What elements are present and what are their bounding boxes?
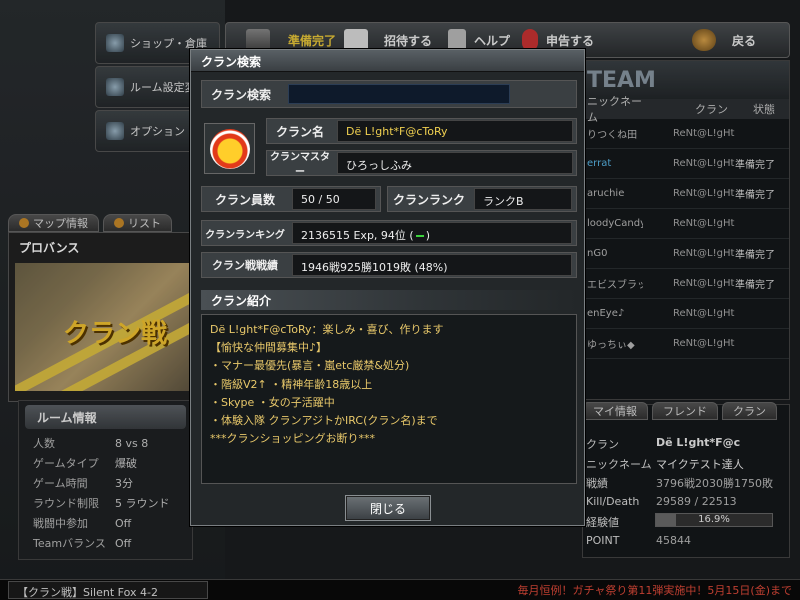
clan-emblem — [204, 123, 255, 174]
clan-master-label: クランマスター — [270, 152, 330, 178]
intro-line: ・階級V2↑ ・精神年齢18歳以上 — [210, 377, 373, 391]
clan-record-label: クラン戦戦績 — [212, 259, 278, 272]
clan-search-dialog: クラン検索 クラン検索 クラン名 Dё L!ght*F@cToRy クランマスタ… — [190, 49, 585, 526]
clan-ranking-field: クランランキング 2136515 Exp, 94位 () — [201, 220, 577, 246]
rank-change-icon — [415, 235, 424, 237]
intro-line: ・体験入隊 クランアジトかIRC(クラン名)まで — [210, 413, 438, 427]
clan-members-value: 50 / 50 — [292, 188, 376, 210]
clan-ranking-close: ) — [425, 229, 431, 242]
clan-intro-title: クラン紹介 — [201, 290, 577, 310]
clan-record-value: 1946戦925勝1019敗 (48%) — [292, 254, 572, 276]
clan-search-input[interactable] — [288, 84, 510, 104]
clan-name-field: クラン名 Dё L!ght*F@cToRy — [266, 118, 577, 144]
clan-intro-box: Dё L!ght*F@cToRy：楽しみ・喜び、作ります 【愉快な仲間募集中♪】… — [201, 314, 577, 484]
close-button[interactable]: 閉じる — [345, 495, 431, 521]
clan-ranking-value: 2136515 Exp, 94位 () — [292, 222, 572, 244]
clan-name-label: クラン名 — [275, 124, 324, 139]
intro-line: ・Skype ・女の子活躍中 — [210, 395, 335, 409]
clan-record-field: クラン戦戦績 1946戦925勝1019敗 (48%) — [201, 252, 577, 278]
clan-master-field: クランマスター ひろっしふみ — [266, 150, 577, 178]
clan-rank-label: クランランク — [392, 192, 465, 207]
clan-rank-field: クランランク ランクB — [387, 186, 577, 212]
intro-line: 【愉快な仲間募集中♪】 — [210, 341, 328, 355]
clan-master-value: ひろっしふみ — [337, 152, 573, 174]
dialog-title: クラン検索 — [191, 50, 584, 72]
clan-name-value: Dё L!ght*F@cToRy — [337, 120, 573, 142]
clan-emblem-icon — [209, 128, 250, 169]
clan-search-label: クラン検索 — [210, 87, 271, 102]
intro-line: Dё L!ght*F@cToRy：楽しみ・喜び、作ります — [210, 323, 444, 336]
intro-line: ***クランショッピングお断り*** — [210, 432, 375, 446]
clan-members-label: クラン員数 — [214, 192, 275, 207]
intro-line: ・マナー最優先(暴言・嵐etc厳禁&処分) — [210, 359, 410, 373]
clan-rank-value: ランクB — [474, 188, 572, 210]
clan-members-field: クラン員数 50 / 50 — [201, 186, 381, 212]
clan-ranking-text: 2136515 Exp, 94位 ( — [301, 229, 414, 242]
clan-search-row: クラン検索 — [201, 80, 577, 108]
clan-ranking-label: クランランキング — [205, 229, 285, 241]
